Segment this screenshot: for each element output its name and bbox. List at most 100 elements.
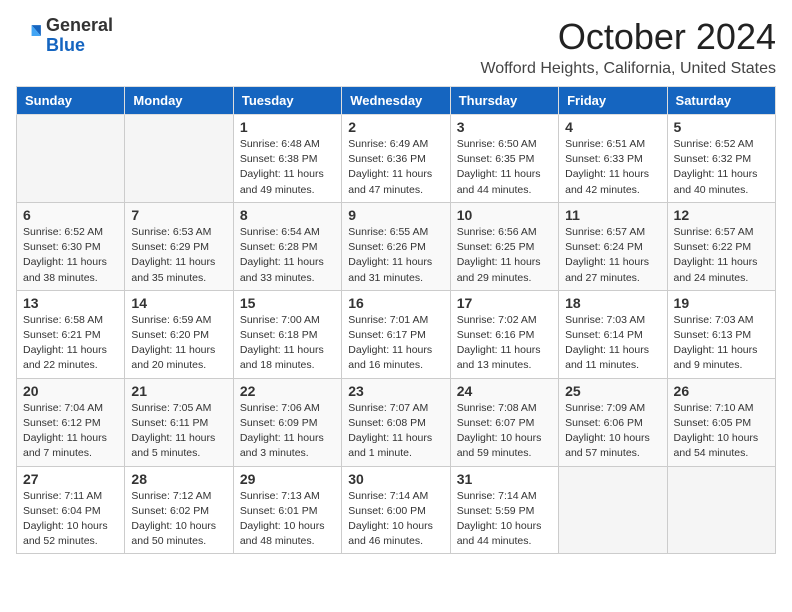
day-number: 27	[23, 471, 118, 487]
logo-general: General	[46, 16, 113, 36]
day-number: 15	[240, 295, 335, 311]
calendar-week-row: 1 Sunrise: 6:48 AM Sunset: 6:38 PM Daylig…	[17, 115, 776, 203]
day-info: Sunrise: 6:51 AM Sunset: 6:33 PM Dayligh…	[565, 137, 660, 198]
calendar-cell: 22 Sunrise: 7:06 AM Sunset: 6:09 PM Dayli…	[233, 378, 341, 466]
day-number: 26	[674, 383, 769, 399]
day-number: 31	[457, 471, 552, 487]
calendar-cell	[17, 115, 125, 203]
calendar-cell: 19 Sunrise: 7:03 AM Sunset: 6:13 PM Dayli…	[667, 290, 775, 378]
location: Wofford Heights, California, United Stat…	[480, 60, 776, 78]
calendar-week-row: 27Sunrise: 7:11 AM Sunset: 6:04 PM Dayli…	[17, 466, 776, 554]
day-number: 11	[565, 207, 660, 223]
day-header-saturday: Saturday	[667, 87, 775, 115]
day-header-monday: Monday	[125, 87, 233, 115]
day-number: 14	[131, 295, 226, 311]
day-number: 28	[131, 471, 226, 487]
day-number: 24	[457, 383, 552, 399]
calendar-cell: 3Sunrise: 6:50 AM Sunset: 6:35 PM Daylig…	[450, 115, 558, 203]
calendar-cell: 27Sunrise: 7:11 AM Sunset: 6:04 PM Dayli…	[17, 466, 125, 554]
day-info: Sunrise: 7:06 AM Sunset: 6:09 PM Dayligh…	[240, 401, 335, 462]
calendar-cell: 26 Sunrise: 7:10 AM Sunset: 6:05 PM Dayli…	[667, 378, 775, 466]
day-number: 17	[457, 295, 552, 311]
calendar-cell: 31 Sunrise: 7:14 AM Sunset: 5:59 PM Dayli…	[450, 466, 558, 554]
day-number: 8	[240, 207, 335, 223]
day-number: 13	[23, 295, 118, 311]
day-header-friday: Friday	[559, 87, 667, 115]
calendar-cell: 16Sunrise: 7:01 AM Sunset: 6:17 PM Dayli…	[342, 290, 450, 378]
day-info: Sunrise: 7:13 AM Sunset: 6:01 PM Dayligh…	[240, 489, 335, 550]
day-number: 20	[23, 383, 118, 399]
day-info: Sunrise: 7:02 AM Sunset: 6:16 PM Dayligh…	[457, 313, 552, 374]
day-number: 29	[240, 471, 335, 487]
calendar-cell: 8 Sunrise: 6:54 AM Sunset: 6:28 PM Daylig…	[233, 202, 341, 290]
day-info: Sunrise: 7:08 AM Sunset: 6:07 PM Dayligh…	[457, 401, 552, 462]
calendar-cell: 28 Sunrise: 7:12 AM Sunset: 6:02 PM Dayli…	[125, 466, 233, 554]
calendar-cell: 11 Sunrise: 6:57 AM Sunset: 6:24 PM Dayli…	[559, 202, 667, 290]
day-number: 30	[348, 471, 443, 487]
calendar-cell: 13Sunrise: 6:58 AM Sunset: 6:21 PM Dayli…	[17, 290, 125, 378]
day-info: Sunrise: 6:53 AM Sunset: 6:29 PM Dayligh…	[131, 225, 226, 286]
day-number: 1	[240, 119, 335, 135]
day-number: 18	[565, 295, 660, 311]
day-info: Sunrise: 7:07 AM Sunset: 6:08 PM Dayligh…	[348, 401, 443, 462]
calendar-cell: 17 Sunrise: 7:02 AM Sunset: 6:16 PM Dayli…	[450, 290, 558, 378]
day-info: Sunrise: 7:09 AM Sunset: 6:06 PM Dayligh…	[565, 401, 660, 462]
day-info: Sunrise: 6:57 AM Sunset: 6:24 PM Dayligh…	[565, 225, 660, 286]
logo: General Blue	[16, 16, 113, 56]
day-info: Sunrise: 6:55 AM Sunset: 6:26 PM Dayligh…	[348, 225, 443, 286]
day-number: 5	[674, 119, 769, 135]
calendar-week-row: 6 Sunrise: 6:52 AM Sunset: 6:30 PM Daylig…	[17, 202, 776, 290]
calendar-cell: 29 Sunrise: 7:13 AM Sunset: 6:01 PM Dayli…	[233, 466, 341, 554]
day-info: Sunrise: 6:50 AM Sunset: 6:35 PM Dayligh…	[457, 137, 552, 198]
day-info: Sunrise: 6:52 AM Sunset: 6:32 PM Dayligh…	[674, 137, 769, 198]
calendar-cell: 20 Sunrise: 7:04 AM Sunset: 6:12 PM Dayli…	[17, 378, 125, 466]
calendar-week-row: 13Sunrise: 6:58 AM Sunset: 6:21 PM Dayli…	[17, 290, 776, 378]
day-info: Sunrise: 6:52 AM Sunset: 6:30 PM Dayligh…	[23, 225, 118, 286]
day-info: Sunrise: 7:10 AM Sunset: 6:05 PM Dayligh…	[674, 401, 769, 462]
day-info: Sunrise: 7:14 AM Sunset: 6:00 PM Dayligh…	[348, 489, 443, 550]
day-header-tuesday: Tuesday	[233, 87, 341, 115]
calendar-cell: 30 Sunrise: 7:14 AM Sunset: 6:00 PM Dayli…	[342, 466, 450, 554]
day-info: Sunrise: 6:48 AM Sunset: 6:38 PM Dayligh…	[240, 137, 335, 198]
day-number: 16	[348, 295, 443, 311]
calendar-cell: 14 Sunrise: 6:59 AM Sunset: 6:20 PM Dayli…	[125, 290, 233, 378]
day-info: Sunrise: 6:57 AM Sunset: 6:22 PM Dayligh…	[674, 225, 769, 286]
day-info: Sunrise: 6:56 AM Sunset: 6:25 PM Dayligh…	[457, 225, 552, 286]
day-info: Sunrise: 6:49 AM Sunset: 6:36 PM Dayligh…	[348, 137, 443, 198]
logo-text: General Blue	[46, 16, 113, 56]
day-number: 6	[23, 207, 118, 223]
calendar-cell: 2 Sunrise: 6:49 AM Sunset: 6:36 PM Daylig…	[342, 115, 450, 203]
calendar-cell: 25 Sunrise: 7:09 AM Sunset: 6:06 PM Dayli…	[559, 378, 667, 466]
day-number: 7	[131, 207, 226, 223]
calendar-cell: 7 Sunrise: 6:53 AM Sunset: 6:29 PM Daylig…	[125, 202, 233, 290]
calendar-week-row: 20 Sunrise: 7:04 AM Sunset: 6:12 PM Dayli…	[17, 378, 776, 466]
calendar-cell: 6 Sunrise: 6:52 AM Sunset: 6:30 PM Daylig…	[17, 202, 125, 290]
calendar-cell	[667, 466, 775, 554]
title-block: October 2024 Wofford Heights, California…	[480, 16, 776, 78]
day-number: 23	[348, 383, 443, 399]
calendar-cell: 23 Sunrise: 7:07 AM Sunset: 6:08 PM Dayli…	[342, 378, 450, 466]
day-number: 2	[348, 119, 443, 135]
day-number: 19	[674, 295, 769, 311]
day-number: 12	[674, 207, 769, 223]
page-header: General Blue October 2024 Wofford Height…	[16, 16, 776, 78]
day-info: Sunrise: 7:03 AM Sunset: 6:13 PM Dayligh…	[674, 313, 769, 374]
calendar-cell: 24 Sunrise: 7:08 AM Sunset: 6:07 PM Dayli…	[450, 378, 558, 466]
calendar-cell	[559, 466, 667, 554]
calendar-cell: 9Sunrise: 6:55 AM Sunset: 6:26 PM Daylig…	[342, 202, 450, 290]
day-header-wednesday: Wednesday	[342, 87, 450, 115]
calendar-cell	[125, 115, 233, 203]
calendar-cell: 15Sunrise: 7:00 AM Sunset: 6:18 PM Dayli…	[233, 290, 341, 378]
day-number: 21	[131, 383, 226, 399]
calendar-cell: 12 Sunrise: 6:57 AM Sunset: 6:22 PM Dayli…	[667, 202, 775, 290]
day-info: Sunrise: 6:59 AM Sunset: 6:20 PM Dayligh…	[131, 313, 226, 374]
day-header-thursday: Thursday	[450, 87, 558, 115]
day-number: 22	[240, 383, 335, 399]
day-info: Sunrise: 7:12 AM Sunset: 6:02 PM Dayligh…	[131, 489, 226, 550]
day-info: Sunrise: 7:14 AM Sunset: 5:59 PM Dayligh…	[457, 489, 552, 550]
day-info: Sunrise: 6:54 AM Sunset: 6:28 PM Dayligh…	[240, 225, 335, 286]
logo-icon	[16, 22, 44, 50]
day-number: 25	[565, 383, 660, 399]
calendar-cell: 5 Sunrise: 6:52 AM Sunset: 6:32 PM Daylig…	[667, 115, 775, 203]
day-info: Sunrise: 7:04 AM Sunset: 6:12 PM Dayligh…	[23, 401, 118, 462]
